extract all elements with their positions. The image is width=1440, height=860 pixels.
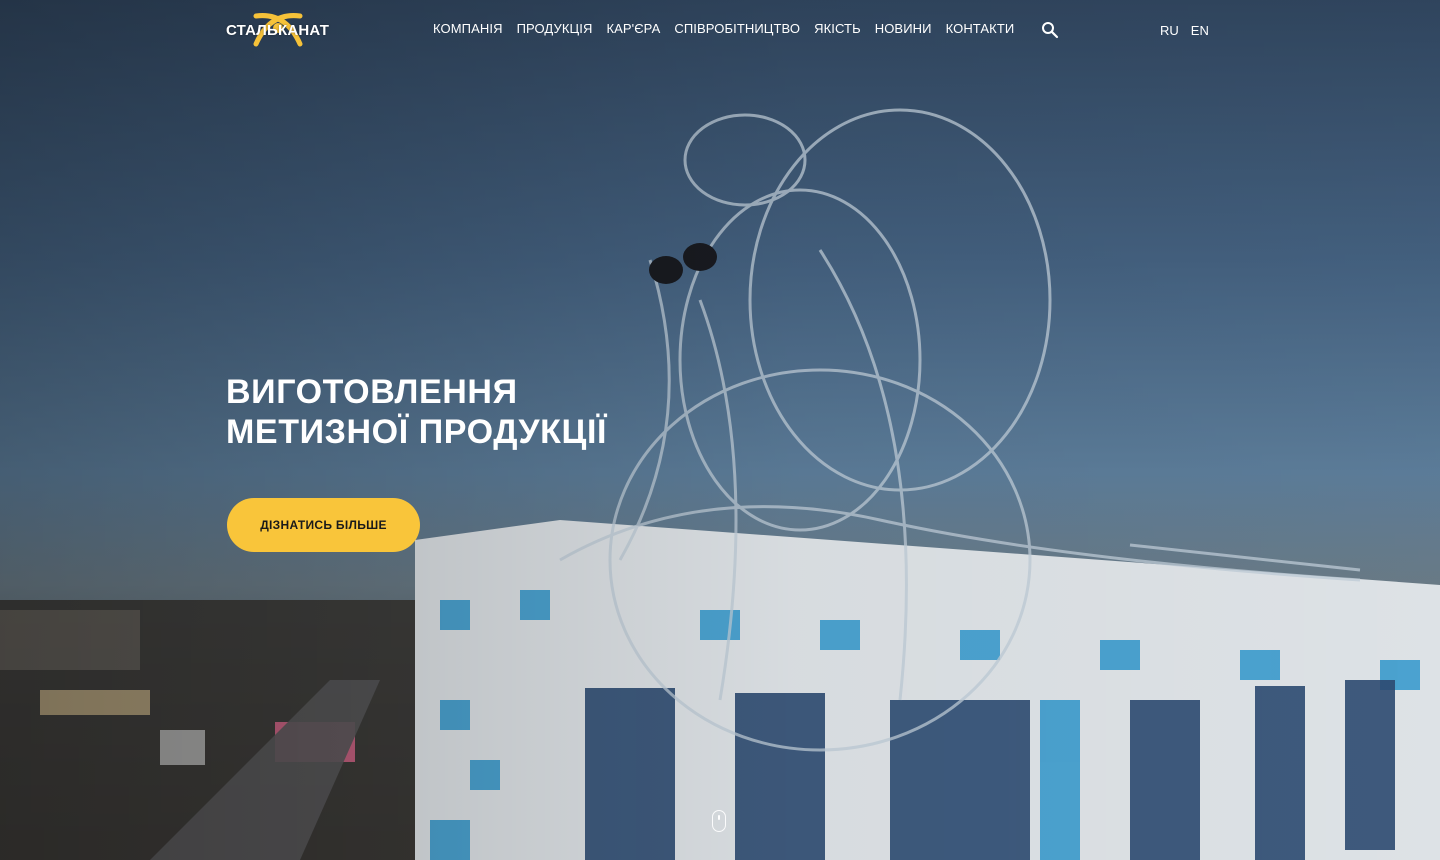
logo-text: СТАЛЬКАНАТ — [226, 21, 330, 39]
language-switcher: RU EN — [1160, 23, 1209, 38]
hero-title-line-2: МЕТИЗНОЇ ПРОДУКЦІЇ — [226, 413, 607, 451]
hero-title-line-1: ВИГОТОВЛЕННЯ — [226, 373, 518, 411]
nav-item-news[interactable]: НОВИНИ — [875, 21, 932, 36]
nav-item-products[interactable]: ПРОДУКЦІЯ — [517, 21, 593, 36]
main-nav: КОМПАНІЯ ПРОДУКЦІЯ КАР'ЄРА СПІВРОБІТНИЦТ… — [433, 21, 1028, 36]
learn-more-button[interactable]: ДІЗНАТИСЬ БІЛЬШЕ — [227, 498, 420, 552]
search-icon[interactable] — [1041, 21, 1059, 39]
mouse-scroll-icon[interactable] — [712, 810, 726, 832]
logo[interactable]: СТАЛЬКАНАТ — [226, 12, 330, 48]
nav-item-quality[interactable]: ЯКІСТЬ — [814, 21, 861, 36]
nav-item-contacts[interactable]: КОНТАКТИ — [946, 21, 1015, 36]
lang-en-link[interactable]: EN — [1191, 23, 1209, 38]
nav-item-career[interactable]: КАР'ЄРА — [606, 21, 660, 36]
lang-ru-link[interactable]: RU — [1160, 23, 1179, 38]
hero-title: ВИГОТОВЛЕННЯ МЕТИЗНОЇ ПРОДУКЦІЇ — [226, 372, 786, 452]
nav-item-company[interactable]: КОМПАНІЯ — [433, 21, 503, 36]
nav-item-cooperation[interactable]: СПІВРОБІТНИЦТВО — [674, 21, 800, 36]
site-header: СТАЛЬКАНАТ КОМПАНІЯ ПРОДУКЦІЯ КАР'ЄРА СП… — [0, 0, 1440, 60]
